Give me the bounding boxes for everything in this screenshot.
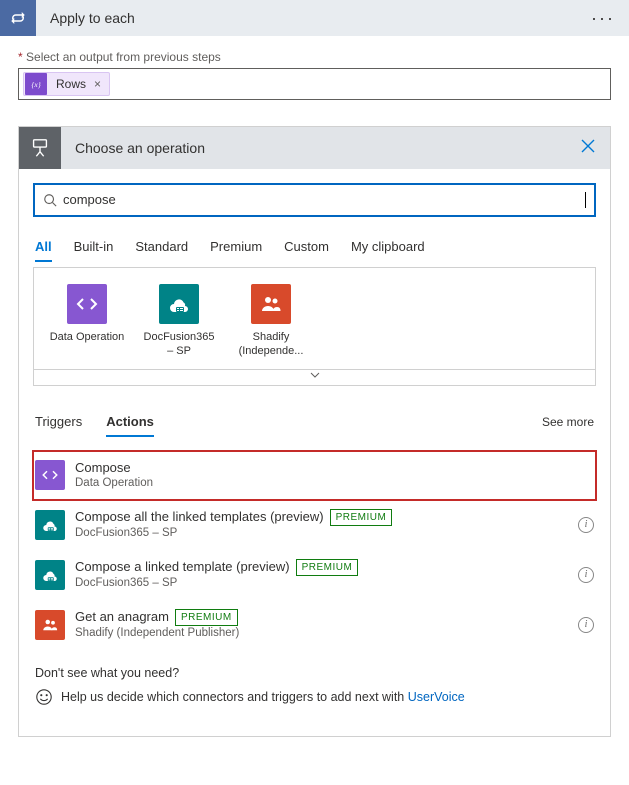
sub-tab-actions[interactable]: Actions bbox=[106, 408, 154, 437]
action-title: Get an anagramPREMIUM bbox=[75, 608, 570, 627]
connector-name: Shadify (Independe... bbox=[232, 330, 310, 359]
see-more-link[interactable]: See more bbox=[542, 415, 594, 429]
search-value: compose bbox=[63, 192, 586, 208]
operation-title: Choose an operation bbox=[61, 140, 566, 156]
sub-tabs: Triggers Actions See more bbox=[33, 408, 596, 437]
connector-data-operation[interactable]: Data Operation bbox=[48, 284, 126, 359]
action-icon bbox=[35, 510, 65, 540]
connector-icon bbox=[251, 284, 291, 324]
category-tabs: All Built-in Standard Premium Custom My clipb… bbox=[33, 233, 596, 263]
actions-list: ComposeData Operation Compose all the lin… bbox=[33, 451, 596, 650]
action-icon bbox=[35, 560, 65, 590]
action-icon bbox=[35, 460, 65, 490]
output-section: Select an output from previous steps {x}… bbox=[0, 36, 629, 100]
connector-icon bbox=[159, 284, 199, 324]
connector-name: DocFusion365 – SP bbox=[140, 330, 218, 359]
action-get-an-anagram[interactable]: Get an anagramPREMIUMShadify (Independen… bbox=[33, 600, 596, 650]
footer-question: Don't see what you need? bbox=[35, 666, 594, 680]
token-rows[interactable]: {x} Rows × bbox=[23, 72, 110, 96]
remove-token-button[interactable]: × bbox=[92, 77, 109, 91]
category-tab-all[interactable]: All bbox=[35, 233, 52, 262]
action-text: Get an anagramPREMIUMShadify (Independen… bbox=[65, 608, 570, 642]
action-text: ComposeData Operation bbox=[65, 459, 594, 492]
premium-badge: PREMIUM bbox=[330, 509, 393, 527]
action-title: Compose all the linked templates (previe… bbox=[75, 508, 570, 527]
footer-help-text: Help us decide which connectors and trig… bbox=[61, 690, 408, 704]
token-label: Rows bbox=[48, 77, 92, 91]
action-title: Compose bbox=[75, 459, 594, 477]
connector-icon bbox=[67, 284, 107, 324]
category-tab-premium[interactable]: Premium bbox=[210, 233, 262, 262]
action-title: Compose a linked template (preview)PREMI… bbox=[75, 558, 570, 577]
action-subtitle: Data Operation bbox=[75, 476, 594, 492]
apply-to-each-header: Apply to each ··· bbox=[0, 0, 629, 36]
action-compose-all-the-linked-templates-preview-[interactable]: Compose all the linked templates (previe… bbox=[33, 500, 596, 550]
action-subtitle: DocFusion365 – SP bbox=[75, 526, 570, 542]
svg-text:{x}: {x} bbox=[31, 80, 40, 89]
premium-badge: PREMIUM bbox=[296, 559, 359, 577]
search-icon bbox=[43, 193, 57, 207]
action-text: Compose a linked template (preview)PREMI… bbox=[65, 558, 570, 592]
choose-operation-panel: Choose an operation compose All Built-in S… bbox=[18, 126, 611, 737]
action-subtitle: DocFusion365 – SP bbox=[75, 576, 570, 592]
operation-body: compose All Built-in Standard Premium Custom… bbox=[19, 169, 610, 736]
collapse-toggle[interactable] bbox=[33, 370, 596, 386]
action-icon bbox=[35, 610, 65, 640]
info-icon[interactable]: i bbox=[578, 617, 594, 633]
close-button[interactable] bbox=[566, 138, 610, 159]
action-compose[interactable]: ComposeData Operation bbox=[33, 451, 596, 500]
action-compose-a-linked-template-preview-[interactable]: Compose a linked template (preview)PREMI… bbox=[33, 550, 596, 600]
variable-icon: {x} bbox=[25, 73, 47, 95]
more-options-button[interactable]: ··· bbox=[577, 8, 629, 29]
output-input[interactable]: {x} Rows × bbox=[18, 68, 611, 100]
premium-badge: PREMIUM bbox=[175, 609, 238, 627]
uservoice-link[interactable]: UserVoice bbox=[408, 690, 465, 704]
info-icon[interactable]: i bbox=[578, 567, 594, 583]
action-subtitle: Shadify (Independent Publisher) bbox=[75, 626, 570, 642]
connector-name: Data Operation bbox=[48, 330, 126, 344]
connectors-grid: Data Operation DocFusion365 – SP Shadify (… bbox=[33, 267, 596, 370]
operation-icon bbox=[19, 127, 61, 169]
sub-tab-triggers[interactable]: Triggers bbox=[35, 408, 82, 437]
connector-docfusion365-sp[interactable]: DocFusion365 – SP bbox=[140, 284, 218, 359]
info-icon[interactable]: i bbox=[578, 517, 594, 533]
loop-icon bbox=[0, 0, 36, 36]
action-text: Compose all the linked templates (previe… bbox=[65, 508, 570, 542]
footer-note: Don't see what you need? Help us decide … bbox=[33, 666, 596, 726]
category-tab-built-in[interactable]: Built-in bbox=[74, 233, 114, 262]
connector-shadify-independe-[interactable]: Shadify (Independe... bbox=[232, 284, 310, 359]
smiley-icon bbox=[35, 688, 53, 706]
search-input[interactable]: compose bbox=[33, 183, 596, 217]
category-tab-my-clipboard[interactable]: My clipboard bbox=[351, 233, 425, 262]
output-label: Select an output from previous steps bbox=[18, 50, 611, 64]
footer-help: Help us decide which connectors and trig… bbox=[35, 688, 594, 706]
header-title: Apply to each bbox=[36, 10, 577, 26]
category-tab-custom[interactable]: Custom bbox=[284, 233, 329, 262]
operation-header: Choose an operation bbox=[19, 127, 610, 169]
category-tab-standard[interactable]: Standard bbox=[135, 233, 188, 262]
